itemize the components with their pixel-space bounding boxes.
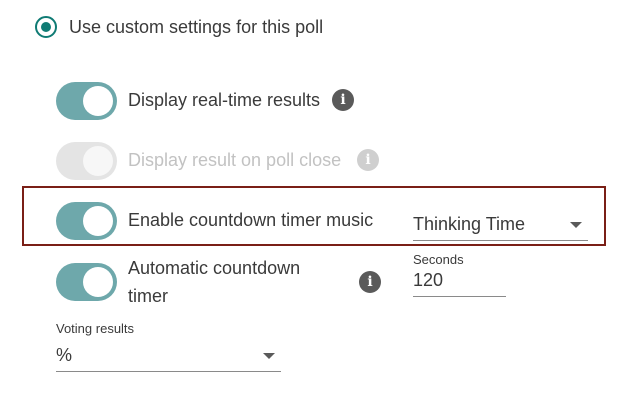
auto-countdown-toggle[interactable] xyxy=(56,263,117,301)
display-on-close-label: Display result on poll close xyxy=(128,150,342,170)
custom-settings-radio[interactable] xyxy=(35,16,57,38)
auto-countdown-label-line1: Automatic countdown xyxy=(128,258,301,278)
music-track-select[interactable]: Thinking Time xyxy=(413,211,588,241)
toggle-knob xyxy=(83,206,113,236)
display-realtime-toggle[interactable] xyxy=(56,82,117,120)
toggle-knob xyxy=(83,146,113,176)
seconds-label: Seconds xyxy=(413,252,464,267)
countdown-music-toggle[interactable] xyxy=(56,202,117,240)
auto-countdown-label-line2: timer xyxy=(128,286,168,306)
display-realtime-label: Display real-time results xyxy=(128,90,321,110)
seconds-input[interactable]: 120 xyxy=(413,267,506,297)
radio-selected-dot xyxy=(41,22,51,32)
custom-settings-label: Use custom settings for this poll xyxy=(69,17,324,37)
info-icon: i xyxy=(357,149,379,171)
voting-results-select[interactable]: % xyxy=(56,342,281,372)
toggle-knob xyxy=(83,86,113,116)
toggle-knob xyxy=(83,267,113,297)
chevron-down-icon xyxy=(263,353,275,359)
voting-results-value: % xyxy=(56,345,73,365)
voting-results-label: Voting results xyxy=(56,321,135,336)
music-track-value: Thinking Time xyxy=(413,214,526,234)
chevron-down-icon xyxy=(570,222,582,228)
info-icon[interactable]: i xyxy=(332,89,354,111)
countdown-music-label: Enable countdown timer music xyxy=(128,210,374,230)
display-on-close-toggle xyxy=(56,142,117,180)
info-icon[interactable]: i xyxy=(359,271,381,293)
